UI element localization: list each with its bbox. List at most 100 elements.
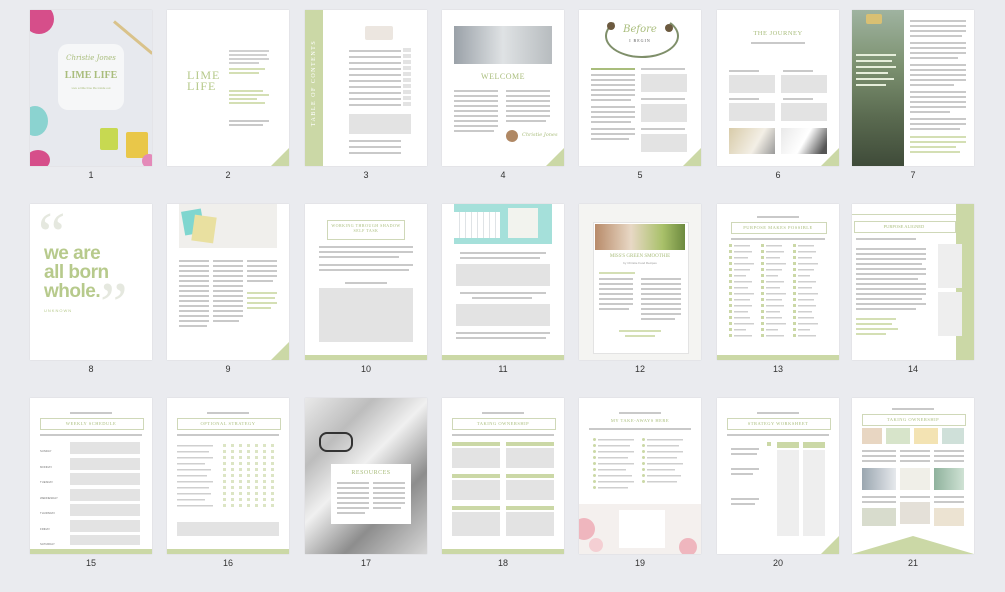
page-thumbnail[interactable]: “ ” we are all born whole. UNKNOWN 8 <box>30 204 152 374</box>
page-heading: OPTIONAL STRATEGY <box>200 421 256 426</box>
page-heading: WELCOME <box>481 72 525 81</box>
page-heading: PURPOSE MAKES POSSIBLE <box>743 225 813 230</box>
page-heading: WORKING THROUGH SHADOW SELF TASK <box>331 223 401 233</box>
thumbnail-row-3: WEEKLY SCHEDULE SUNDAY MONDAY TUESDAY WE… <box>30 398 976 592</box>
flower-decoration <box>589 538 603 552</box>
corner-accent <box>271 342 289 360</box>
page-number: 18 <box>497 558 508 568</box>
keyboard-decoration <box>454 212 500 238</box>
page-number: 4 <box>500 170 506 180</box>
page-number: 7 <box>910 170 916 180</box>
toc-image <box>365 26 393 40</box>
collage-photo <box>900 502 930 524</box>
page-number: 5 <box>637 170 643 180</box>
flower-decoration <box>679 538 697 554</box>
footer-strip <box>442 549 564 554</box>
cover-title: LIME LIFE <box>64 70 118 81</box>
page-thumbnail[interactable]: STRATEGY WORKSHEET 20 <box>717 398 839 568</box>
yarn-ball-decoration <box>30 150 50 166</box>
binder-clip-decoration <box>100 128 118 150</box>
paper-decoration <box>508 208 538 238</box>
page-thumbnail[interactable]: TAKING OWNERSHIP 18 <box>442 398 564 568</box>
page-preview: STRATEGY WORKSHEET <box>717 398 839 554</box>
page-preview: Before I BEGIN <box>579 10 701 166</box>
toc-side-title: TABLE OF CONTENTS <box>311 39 317 127</box>
page-number: 8 <box>88 364 94 374</box>
page-thumbnail[interactable]: PURPOSE MAKES POSSIBLE 13 <box>717 204 839 374</box>
page-preview <box>167 204 289 360</box>
desk-photo <box>729 128 775 154</box>
page-thumbnail[interactable]: PURPOSE ALIGNED 14 <box>852 204 974 374</box>
page-thumbnail[interactable]: LIME LIFE 2 <box>167 10 289 180</box>
page-number: 16 <box>222 558 233 568</box>
corner-accent <box>821 148 839 166</box>
page-number: 15 <box>85 558 96 568</box>
bullet-list <box>593 438 683 489</box>
page-thumbnail[interactable]: 9 <box>167 204 289 374</box>
recipe-title: MISS'S GREEN SMOOTHIE <box>609 254 671 259</box>
collage-photo <box>934 508 964 526</box>
page-preview: RESOURCES <box>305 398 427 554</box>
footer-chevron <box>852 536 974 554</box>
habit-tracker-grid <box>177 444 274 507</box>
page-preview <box>442 204 564 360</box>
page-number: 2 <box>225 170 231 180</box>
cover-subtitle: Live a little lime life inside out <box>71 86 111 90</box>
collage-photo <box>862 508 896 526</box>
header-rule <box>852 204 956 215</box>
page-number: 20 <box>772 558 783 568</box>
collage-photo <box>886 428 910 444</box>
collage-photo <box>934 468 964 490</box>
day-labels: SUNDAY MONDAY TUESDAY WEDNESDAY THURSDAY… <box>40 449 58 546</box>
page-thumbnail[interactable]: RESOURCES 17 <box>305 398 427 568</box>
thumbnail-row-1: Christie Jones LIME LIFE Live a little l… <box>30 10 976 204</box>
footer-strip <box>305 355 427 360</box>
page-thumbnail[interactable]: MISS'S GREEN SMOOTHIE by Christie Food R… <box>579 204 701 374</box>
page-number: 21 <box>907 558 918 568</box>
glasses-decoration <box>319 432 353 452</box>
page-thumbnail[interactable]: 7 <box>852 10 974 180</box>
page-number: 1 <box>88 170 94 180</box>
window-photo <box>454 26 552 64</box>
collage-photo <box>914 428 938 444</box>
page-preview: OPTIONAL STRATEGY <box>167 398 289 554</box>
cover-script: Christie Jones <box>66 54 116 62</box>
script-heading: Before <box>623 24 657 35</box>
page-thumbnail[interactable]: Christie Jones LIME LIFE Live a little l… <box>30 10 152 180</box>
page-thumbnail[interactable]: Before I BEGIN 5 <box>579 10 701 180</box>
page-number: 11 <box>498 364 508 374</box>
page-preview: Christie Jones LIME LIFE Live a little l… <box>30 10 152 166</box>
collage-photo <box>942 428 964 444</box>
page-thumbnail[interactable]: WEEKLY SCHEDULE SUNDAY MONDAY TUESDAY WE… <box>30 398 152 568</box>
page-thumbnail[interactable]: TAKING OWNERSHIP 21 <box>852 398 974 568</box>
page-preview: WEEKLY SCHEDULE SUNDAY MONDAY TUESDAY WE… <box>30 398 152 554</box>
yarn-ball-decoration <box>30 10 54 34</box>
script-subheading: I BEGIN <box>629 38 651 43</box>
page-heading: WEEKLY SCHEDULE <box>65 421 117 426</box>
notecard <box>619 510 665 548</box>
collage-photo <box>900 468 930 490</box>
page-thumbnail[interactable]: OPTIONAL STRATEGY 16 <box>167 398 289 568</box>
author-signature: Christie Jones <box>522 132 558 138</box>
page-thumbnail[interactable]: WORKING THROUGH SHADOW SELF TASK 10 <box>305 204 427 374</box>
page-preview: LIME LIFE <box>167 10 289 166</box>
van-decoration <box>866 14 882 24</box>
page-thumbnail[interactable]: MY TAKE-AWAYS HERE 19 <box>579 398 701 568</box>
page-thumbnail[interactable]: 11 <box>442 204 564 374</box>
footer-strip <box>442 355 564 360</box>
pin-decoration <box>142 154 152 166</box>
page-preview: MY TAKE-AWAYS HERE <box>579 398 701 554</box>
page-preview: WORKING THROUGH SHADOW SELF TASK <box>305 204 427 360</box>
page-preview: TABLE OF CONTENTS <box>305 10 427 166</box>
page-thumbnail[interactable]: THE JOURNEY 6 <box>717 10 839 180</box>
quote-author: UNKNOWN <box>44 308 73 313</box>
recipe-subtitle: by Christie Food Recipes <box>623 261 657 265</box>
page-preview: WELCOME Christie Jones <box>442 10 564 166</box>
author-avatar <box>506 130 518 142</box>
page-number: 12 <box>634 364 645 374</box>
page-thumbnail[interactable]: TABLE OF CONTENTS 3 <box>305 10 427 180</box>
page-thumbnail[interactable]: WELCOME Christie Jones 4 <box>442 10 564 180</box>
corner-accent <box>271 148 289 166</box>
page-preview: TAKING OWNERSHIP <box>852 398 974 554</box>
page-preview: TAKING OWNERSHIP <box>442 398 564 554</box>
